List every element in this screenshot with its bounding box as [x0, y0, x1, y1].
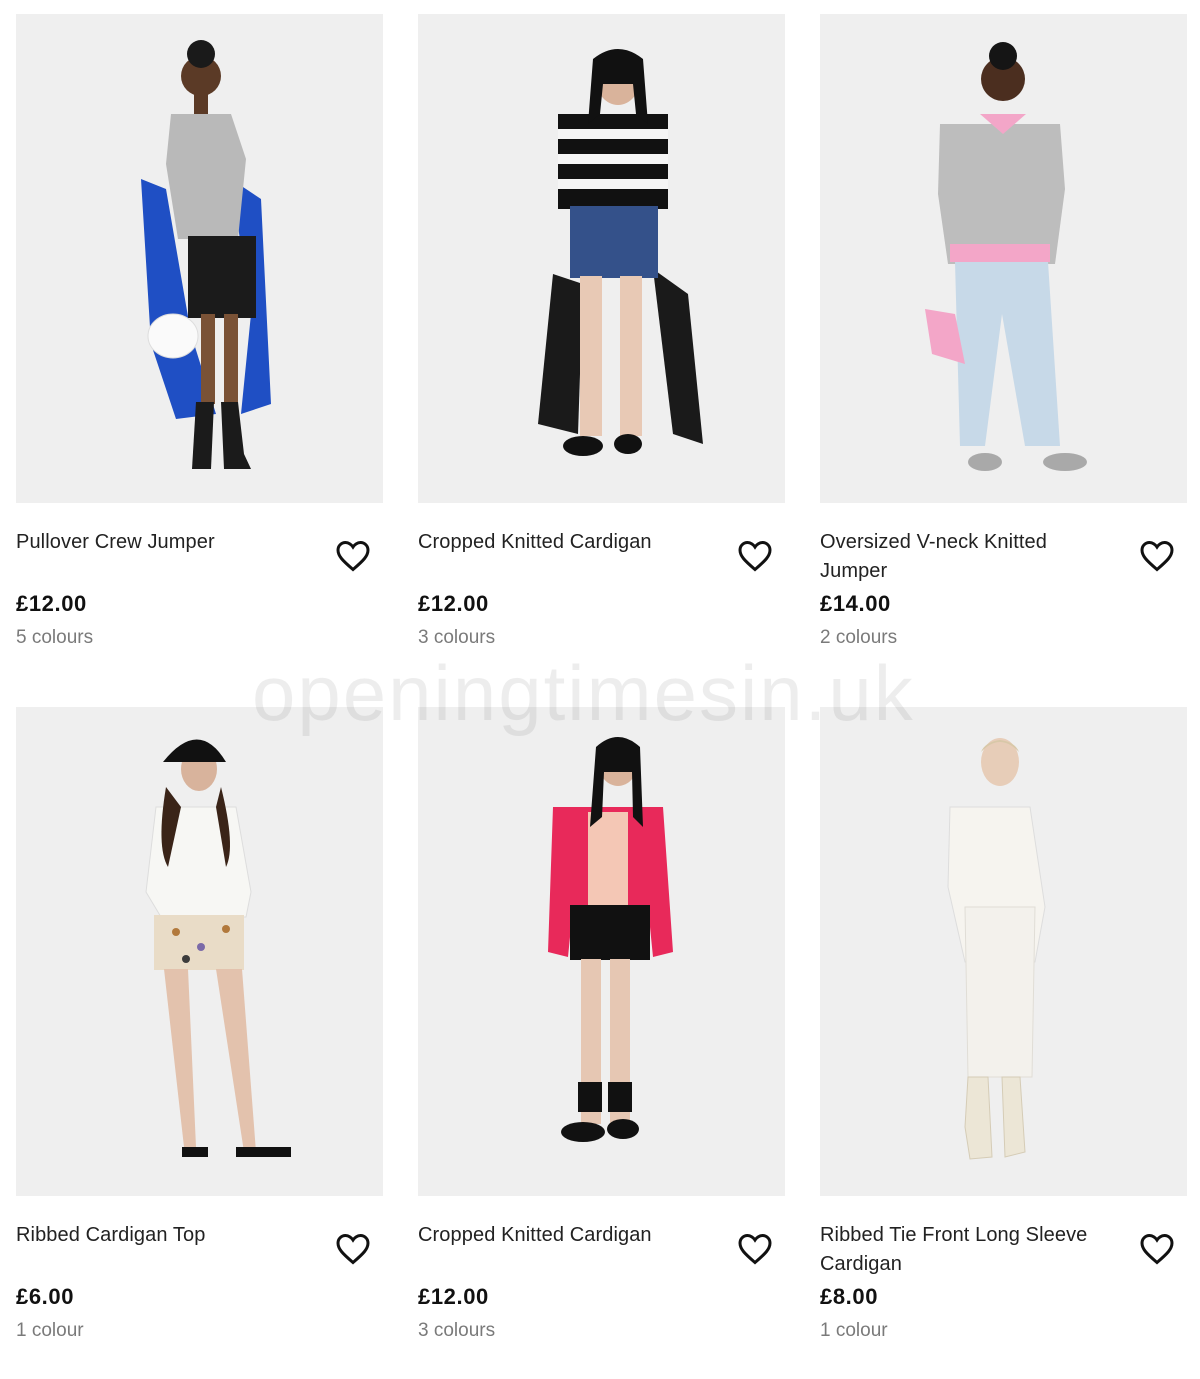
product-info: Ribbed Cardigan Top £6.00 1 colour [16, 1196, 383, 1343]
model-photo [548, 737, 673, 1142]
product-info: Cropped Knitted Cardigan £12.00 3 colour… [418, 1196, 785, 1343]
product-image[interactable] [820, 707, 1187, 1196]
heart-outline-icon[interactable] [737, 1232, 773, 1266]
model-photo [141, 40, 271, 469]
product-image[interactable] [418, 14, 785, 503]
product-image[interactable] [820, 14, 1187, 503]
product-name[interactable]: Cropped Knitted Cardigan [418, 528, 708, 586]
heart-outline-icon[interactable] [737, 539, 773, 573]
product-card[interactable]: Pullover Crew Jumper £12.00 5 colours [16, 14, 383, 694]
product-info: Cropped Knitted Cardigan £12.00 3 colour… [418, 503, 785, 650]
product-price: £12.00 [418, 591, 489, 616]
product-colours: 1 colour [16, 1320, 84, 1341]
product-price: £8.00 [820, 1284, 879, 1309]
product-card[interactable]: Cropped Knitted Cardigan £12.00 3 colour… [418, 707, 785, 1379]
product-name[interactable]: Pullover Crew Jumper [16, 528, 306, 586]
product-image[interactable] [418, 707, 785, 1196]
product-card[interactable]: Oversized V-neck Knitted Jumper £14.00 2… [820, 14, 1187, 694]
product-name[interactable]: Ribbed Tie Front Long Sleeve Cardigan [820, 1221, 1110, 1279]
model-photo [145, 739, 291, 1157]
model-photo [947, 738, 1046, 1160]
product-name[interactable]: Oversized V-neck Knitted Jumper [820, 528, 1110, 586]
product-info: Ribbed Tie Front Long Sleeve Cardigan £8… [820, 1196, 1187, 1343]
heart-outline-icon[interactable] [335, 1232, 371, 1266]
product-info: Oversized V-neck Knitted Jumper £14.00 2… [820, 503, 1187, 650]
model-photo [925, 42, 1087, 471]
heart-outline-icon[interactable] [1139, 539, 1175, 573]
product-colours: 2 colours [820, 627, 898, 648]
product-info: Pullover Crew Jumper £12.00 5 colours [16, 503, 383, 650]
product-price: £12.00 [16, 591, 87, 616]
product-image[interactable] [16, 707, 383, 1196]
heart-outline-icon[interactable] [1139, 1232, 1175, 1266]
product-price: £6.00 [16, 1284, 75, 1309]
heart-outline-icon[interactable] [335, 539, 371, 573]
model-photo [538, 49, 703, 456]
product-name[interactable]: Cropped Knitted Cardigan [418, 1221, 708, 1279]
product-colours: 3 colours [418, 1320, 496, 1341]
product-card[interactable]: Cropped Knitted Cardigan £12.00 3 colour… [418, 14, 785, 694]
product-grid: Pullover Crew Jumper £12.00 5 colours Cr… [16, 14, 1187, 1379]
product-colours: 5 colours [16, 627, 94, 648]
product-price: £12.00 [418, 1284, 489, 1309]
product-card[interactable]: Ribbed Tie Front Long Sleeve Cardigan £8… [820, 707, 1187, 1379]
product-card[interactable]: Ribbed Cardigan Top £6.00 1 colour [16, 707, 383, 1379]
product-name[interactable]: Ribbed Cardigan Top [16, 1221, 306, 1279]
product-image[interactable] [16, 14, 383, 503]
product-colours: 3 colours [418, 627, 496, 648]
product-colours: 1 colour [820, 1320, 888, 1341]
product-price: £14.00 [820, 591, 891, 616]
